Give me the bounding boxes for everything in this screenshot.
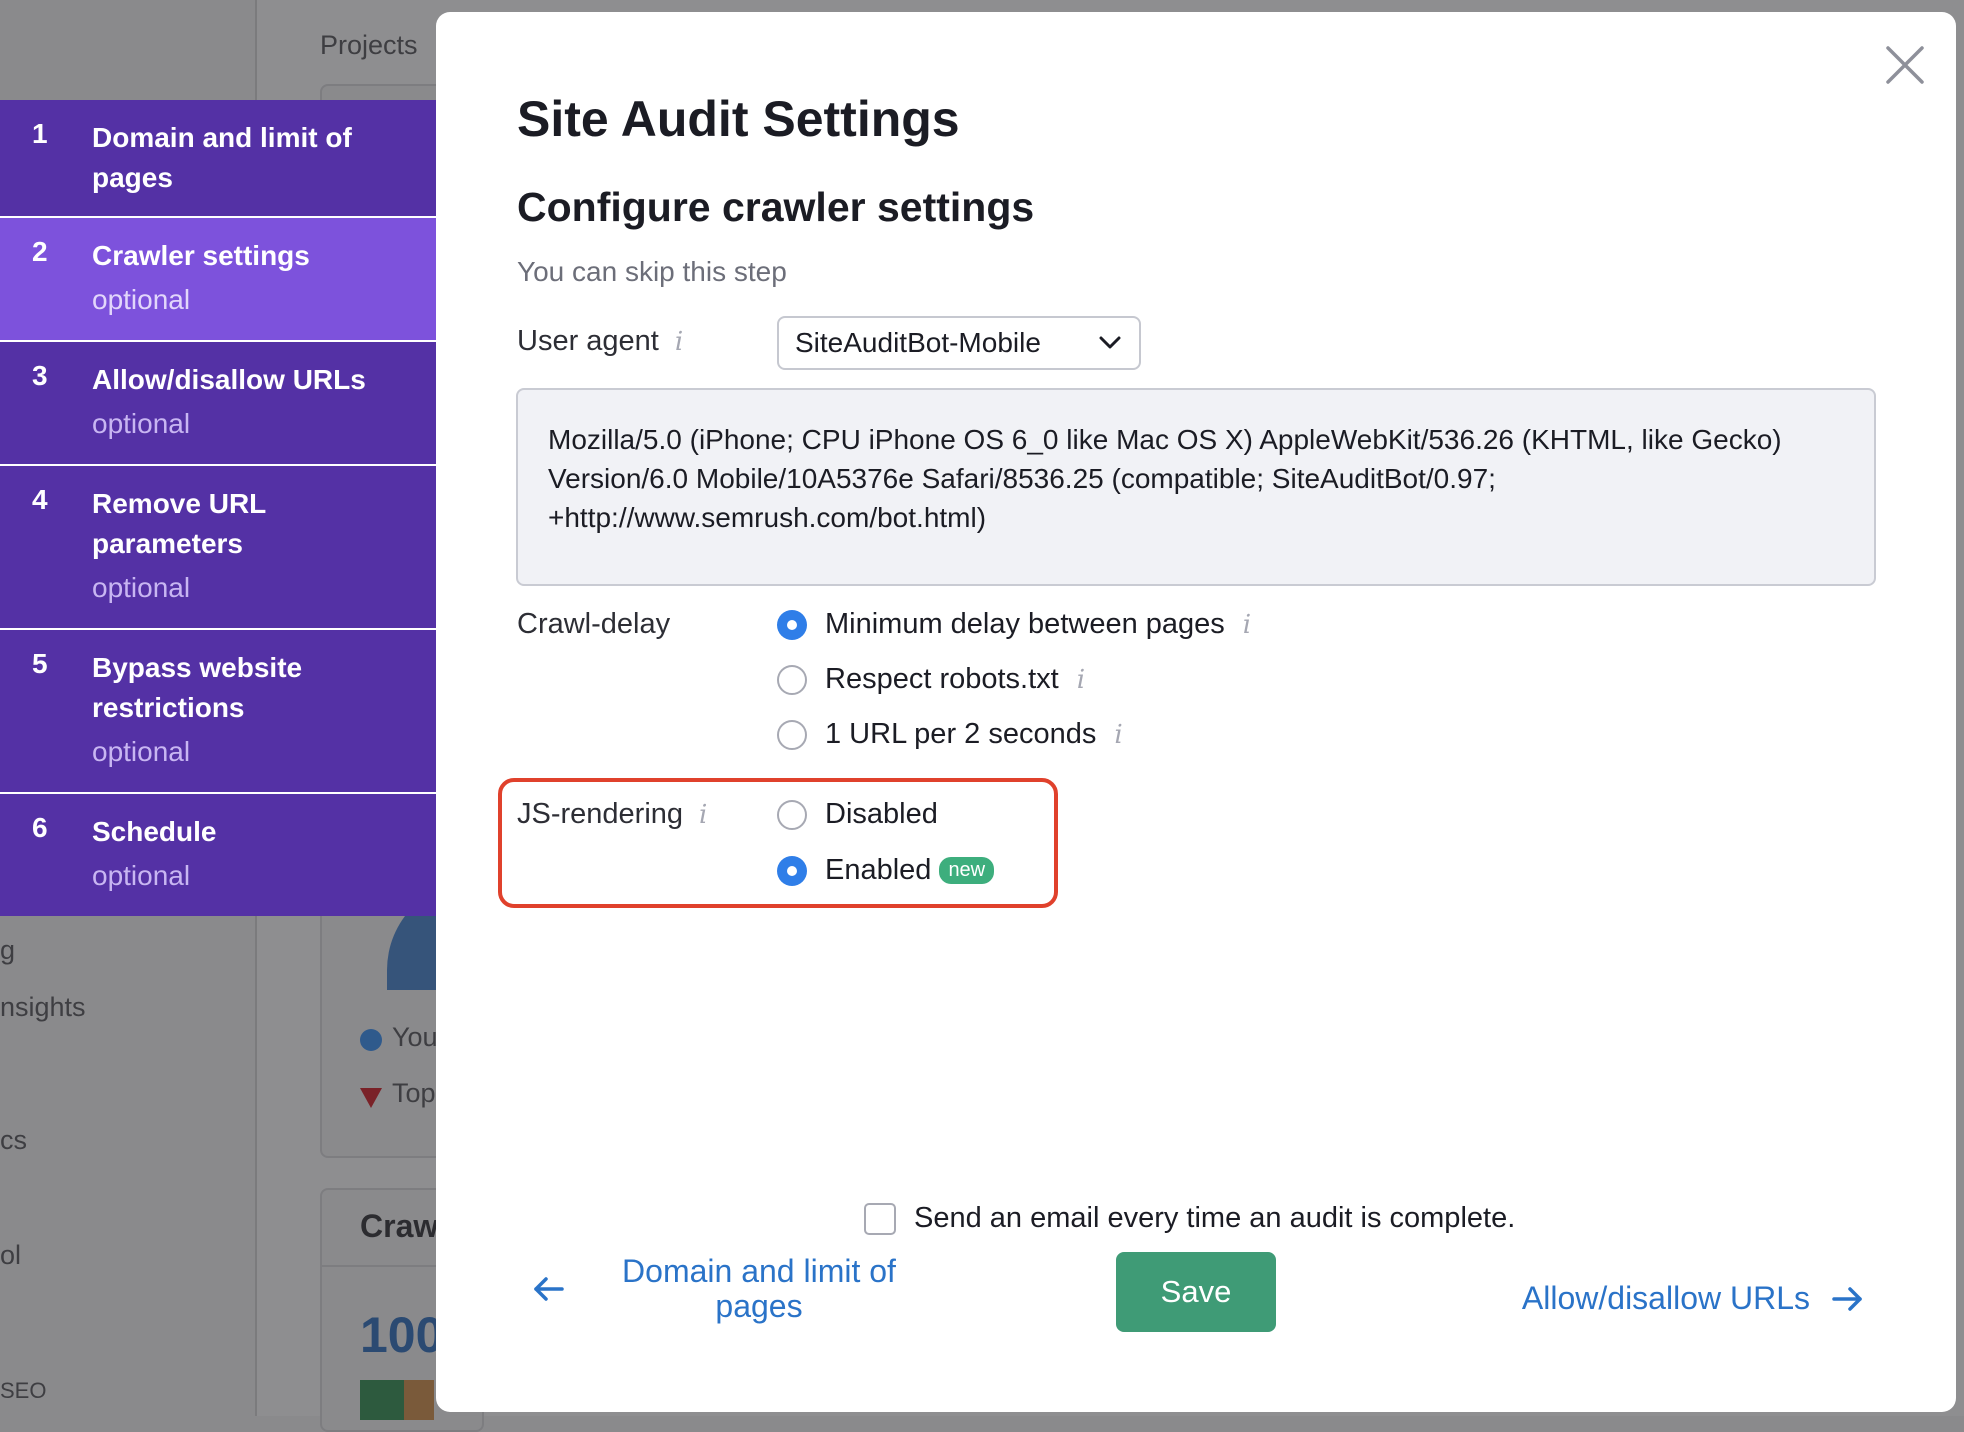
background-sidebar-item: nsights [0, 992, 86, 1022]
new-badge: new [939, 857, 995, 884]
step-subtitle: optional [92, 408, 191, 439]
wizard-steps: 1 Domain and limit of pages 2 Crawler se… [0, 100, 436, 916]
background-bar [404, 1380, 434, 1420]
step-title: Bypass website restrictions [92, 652, 303, 723]
info-icon[interactable]: i [1243, 610, 1251, 640]
crawl-delay-option-robots[interactable]: Respect robots.txt i [777, 663, 1085, 696]
wizard-step-bypass-restrictions[interactable]: 5 Bypass website restrictions optional [0, 630, 436, 794]
radio-unselected[interactable] [777, 664, 807, 695]
background-legend-dot [360, 1029, 382, 1051]
wizard-step-remove-url-parameters[interactable]: 4 Remove URL parameters optional [0, 466, 436, 630]
arrow-left-icon [534, 1277, 564, 1301]
crawl-delay-option-one-url[interactable]: 1 URL per 2 seconds i [777, 718, 1123, 751]
previous-step-label: Domain and limit of pages [622, 1253, 896, 1324]
crawl-delay-label-row: Crawl-delay [517, 608, 670, 641]
info-icon[interactable]: i [1114, 720, 1122, 750]
radio-selected[interactable] [777, 609, 807, 640]
background-bar [360, 1380, 404, 1420]
background-big-number: 100 [360, 1307, 444, 1363]
site-audit-settings-modal: Site Audit Settings Configure crawler se… [436, 12, 1956, 1412]
option-label: Minimum delay between pages [825, 608, 1225, 640]
user-agent-selected-value: SiteAuditBot-Mobile [795, 327, 1041, 358]
step-number: 1 [32, 118, 48, 149]
user-agent-string-line: Mozilla/5.0 (iPhone; CPU iPhone OS 6_0 l… [548, 424, 1782, 455]
js-rendering-option-enabled[interactable]: Enabled new [777, 854, 995, 887]
step-subtitle: optional [92, 572, 191, 603]
step-number: 2 [32, 236, 48, 267]
step-number: 3 [32, 360, 48, 391]
radio-unselected[interactable] [777, 799, 807, 830]
step-title: Crawler settings [92, 240, 310, 271]
background-sidebar-item: cs [0, 1125, 27, 1155]
background-sidebar-item: SEO [0, 1378, 47, 1403]
info-icon[interactable]: i [675, 327, 683, 357]
previous-step-link[interactable]: Domain and limit of pages [532, 1254, 924, 1324]
modal-title: Site Audit Settings [517, 91, 960, 147]
chevron-down-icon [1099, 336, 1121, 349]
next-step-label: Allow/disallow URLs [1521, 1280, 1810, 1316]
step-title: Schedule [92, 816, 217, 847]
arrow-right-icon [1832, 1286, 1862, 1311]
info-icon[interactable]: i [699, 800, 707, 830]
option-label: Disabled [825, 798, 938, 830]
js-rendering-label-row: JS-rendering i [517, 798, 707, 831]
step-subtitle: optional [92, 860, 191, 891]
wizard-step-domain[interactable]: 1 Domain and limit of pages [0, 100, 436, 218]
section-subtitle: You can skip this step [517, 256, 787, 287]
step-title: Remove URL parameters [92, 488, 266, 559]
option-label: 1 URL per 2 seconds [825, 718, 1097, 750]
background-legend-you: You [392, 1022, 438, 1052]
step-subtitle: optional [92, 736, 191, 767]
user-agent-string-line: +http://www.semrush.com/bot.html) [548, 502, 987, 533]
background-legend-triangle [360, 1088, 382, 1108]
step-number: 5 [32, 648, 48, 679]
user-agent-select[interactable]: SiteAuditBot-Mobile [777, 316, 1141, 370]
background-tab-projects: Projects [320, 30, 418, 60]
background-sidebar-item: ol [0, 1240, 22, 1270]
email-checkbox-label: Send an email every time an audit is com… [914, 1202, 1516, 1234]
user-agent-label-row: User agent i [517, 325, 683, 358]
step-number: 6 [32, 812, 48, 843]
user-agent-string-line: Version/6.0 Mobile/10A5376e Safari/8536.… [548, 463, 1496, 494]
email-checkbox[interactable] [864, 1202, 896, 1235]
background-legend-top: Top [392, 1078, 436, 1108]
option-label: Respect robots.txt [825, 663, 1059, 695]
option-label: Enabled [825, 854, 932, 886]
radio-unselected[interactable] [777, 719, 807, 750]
crawl-delay-label: Crawl-delay [517, 608, 671, 640]
save-button[interactable]: Save [1116, 1252, 1276, 1332]
section-title: Configure crawler settings [517, 184, 1035, 230]
close-icon[interactable] [1880, 40, 1930, 90]
info-icon[interactable]: i [1077, 665, 1085, 695]
wizard-step-allow-disallow[interactable]: 3 Allow/disallow URLs optional [0, 342, 436, 466]
step-subtitle: optional [92, 284, 191, 315]
wizard-step-crawler-settings[interactable]: 2 Crawler settings optional [0, 218, 436, 342]
email-notification-row[interactable]: Send an email every time an audit is com… [864, 1202, 1515, 1235]
step-number: 4 [32, 484, 48, 515]
step-title: Allow/disallow URLs [92, 364, 366, 395]
crawl-delay-option-minimum[interactable]: Minimum delay between pages i [777, 608, 1251, 641]
user-agent-label: User agent [517, 325, 659, 357]
background-sidebar-item: g [0, 935, 16, 965]
js-rendering-label: JS-rendering [517, 798, 684, 830]
js-rendering-option-disabled[interactable]: Disabled [777, 798, 938, 831]
user-agent-string-box: Mozilla/5.0 (iPhone; CPU iPhone OS 6_0 l… [516, 388, 1876, 586]
background-card-title: Craw [360, 1208, 439, 1244]
wizard-step-schedule[interactable]: 6 Schedule optional [0, 794, 436, 916]
radio-selected[interactable] [777, 855, 807, 886]
step-title: Domain and limit of pages [92, 122, 352, 193]
next-step-link[interactable]: Allow/disallow URLs [1522, 1280, 1864, 1317]
